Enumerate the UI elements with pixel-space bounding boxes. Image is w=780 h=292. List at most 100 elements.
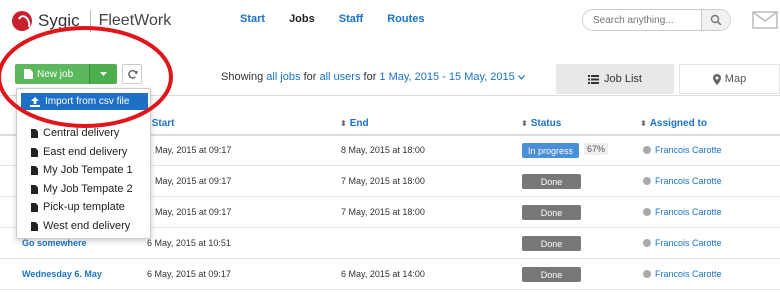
status-badge: In progress: [522, 143, 580, 158]
new-job-button[interactable]: New job: [15, 64, 89, 84]
search-input[interactable]: [583, 10, 701, 30]
document-icon: [24, 69, 33, 79]
template-label: My Job Tempate 1: [43, 164, 133, 176]
import-csv-menu-item[interactable]: Import from csv file: [21, 93, 148, 110]
job-end: 8 May, 2015 at 18:00: [341, 145, 425, 155]
date-range-link[interactable]: 1 May, 2015 - 15 May, 2015: [379, 71, 514, 83]
nav-jobs[interactable]: Jobs: [289, 13, 315, 25]
fleetwork-jobs-page: Sygic FleetWork Start Jobs Staff Routes: [0, 0, 780, 292]
user-status-dot: [643, 270, 651, 278]
assignee-name: Francois Carotte: [655, 207, 722, 217]
template-item-west-end-delivery[interactable]: West end delivery: [31, 218, 130, 234]
new-job-button-group: New job: [15, 64, 117, 84]
map-marker-icon: [712, 73, 721, 85]
job-name[interactable]: Wednesday 6. May: [22, 269, 102, 279]
sort-icon: ⬍: [340, 119, 347, 128]
template-label: West end delivery: [43, 220, 131, 232]
logo[interactable]: Sygic FleetWork: [12, 10, 171, 32]
assignee[interactable]: Francois Carotte: [643, 207, 722, 217]
search-box: [582, 9, 731, 31]
assignee-name: Francois Carotte: [655, 145, 722, 155]
column-start-label: Start: [151, 118, 175, 129]
top-bar: Sygic FleetWork Start Jobs Staff Routes: [0, 0, 780, 45]
column-status[interactable]: ⬍ Status: [521, 118, 561, 129]
list-icon: [588, 74, 600, 84]
job-start: 6 May, 2015 at 10:51: [147, 238, 231, 248]
job-start: May, 2015 at 09:17: [155, 145, 232, 155]
tab-job-list-label: Job List: [604, 73, 642, 85]
assignee[interactable]: Francois Carotte: [643, 269, 722, 279]
chevron-down-icon: [517, 75, 525, 80]
refresh-icon: [127, 69, 138, 79]
status-badge: Done: [522, 174, 581, 189]
upload-icon: [30, 96, 40, 107]
job-start: May, 2015 at 09:17: [155, 176, 232, 186]
user-status-dot: [643, 239, 651, 247]
template-item-my-job-tempate-2[interactable]: My Job Tempate 2: [31, 181, 133, 197]
jobs-filter-link[interactable]: all jobs: [266, 71, 300, 83]
new-job-dropdown-toggle[interactable]: [89, 64, 117, 84]
caret-down-icon: [100, 72, 107, 76]
template-label: Central delivery: [43, 127, 120, 139]
assignee-name: Francois Carotte: [655, 269, 722, 279]
refresh-button[interactable]: [122, 64, 142, 84]
showing-for: for: [303, 71, 317, 83]
new-job-label: New job: [37, 68, 74, 80]
template-label: Pick-up template: [43, 201, 125, 213]
status-badge: Done: [522, 236, 581, 251]
nav-start[interactable]: Start: [240, 13, 265, 25]
status-badge: Done: [522, 205, 581, 220]
import-csv-label: Import from csv file: [45, 96, 130, 107]
job-start: May, 2015 at 09:17: [155, 207, 232, 217]
template-item-pick-up-template[interactable]: Pick-up template: [31, 199, 125, 215]
tab-map[interactable]: Map: [679, 64, 780, 94]
table-row[interactable]: Wednesday 6. May 6 May, 2015 at 09:17 6 …: [0, 260, 780, 290]
brand-name: Sygic: [38, 11, 80, 30]
search-button[interactable]: [701, 10, 730, 30]
sygic-logo-icon: [12, 11, 32, 31]
document-icon: [31, 165, 38, 175]
user-status-dot: [643, 177, 651, 185]
sort-icon: ⬍: [640, 119, 647, 128]
assignee-name: Francois Carotte: [655, 176, 722, 186]
user-status-dot: [643, 146, 651, 154]
mail-icon[interactable]: [752, 10, 778, 30]
document-icon: [31, 202, 38, 212]
template-item-central-delivery[interactable]: Central delivery: [31, 125, 119, 141]
nav-staff[interactable]: Staff: [339, 13, 363, 25]
job-start: 6 May, 2015 at 09:17: [147, 269, 231, 279]
assignee[interactable]: Francois Carotte: [643, 176, 722, 186]
main-nav: Start Jobs Staff Routes: [240, 13, 448, 25]
template-label: East end delivery: [43, 146, 128, 158]
document-icon: [31, 147, 38, 157]
sort-icon: ⬍: [521, 119, 528, 128]
showing-for-2: for: [363, 71, 377, 83]
showing-prefix: Showing: [221, 71, 264, 83]
template-item-east-end-delivery[interactable]: East end delivery: [31, 144, 127, 160]
product-name: FleetWork: [98, 12, 172, 29]
template-item-my-job-tempate-1[interactable]: My Job Tempate 1: [31, 162, 133, 178]
tab-job-list[interactable]: Job List: [556, 64, 674, 94]
column-end-label: End: [349, 118, 369, 129]
column-assigned[interactable]: ⬍ Assigned to: [640, 118, 707, 129]
assignee[interactable]: Francois Carotte: [643, 145, 722, 155]
nav-routes[interactable]: Routes: [387, 13, 424, 25]
template-label: My Job Tempate 2: [43, 183, 133, 195]
assignee[interactable]: Francois Carotte: [643, 238, 722, 248]
search-icon: [710, 14, 722, 26]
column-status-label: Status: [530, 118, 562, 129]
new-job-dropdown-menu: Import from csv file Central delivery Ea…: [16, 88, 151, 239]
job-end: 7 May, 2015 at 18:00: [341, 176, 425, 186]
document-icon: [31, 128, 38, 138]
job-name[interactable]: Go somewhere: [22, 238, 87, 248]
user-status-dot: [643, 208, 651, 216]
document-icon: [31, 221, 38, 231]
column-assigned-label: Assigned to: [649, 118, 707, 129]
tab-map-label: Map: [724, 73, 747, 85]
column-end[interactable]: ⬍ End: [340, 118, 369, 129]
logo-divider: [89, 10, 91, 32]
status-badge: Done: [522, 267, 581, 282]
users-filter-link[interactable]: all users: [319, 71, 360, 83]
filter-summary: Showing all jobs for all users for 1 May…: [221, 71, 525, 83]
job-end: 7 May, 2015 at 18:00: [341, 207, 425, 217]
